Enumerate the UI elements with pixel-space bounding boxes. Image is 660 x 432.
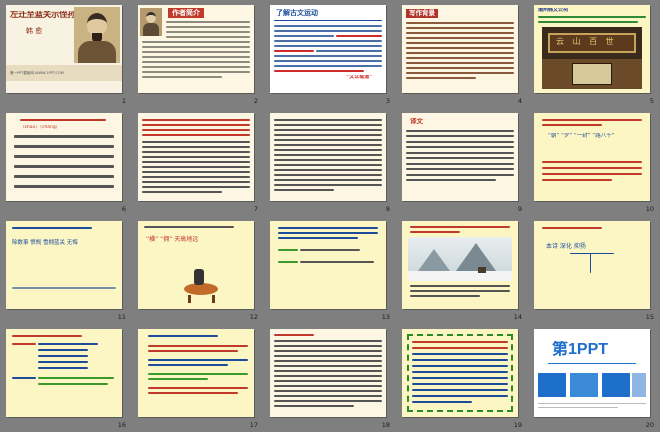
- traveler-on-horse-image: [174, 267, 228, 303]
- slide-number: 3: [385, 97, 390, 105]
- slide-9-cell: 译文 9: [396, 108, 528, 216]
- slide-thumbnail-4[interactable]: 写作背景: [402, 5, 518, 93]
- slide-10-cell: “朝” “夕” “一封” “路八千” 10: [528, 108, 660, 216]
- slide-1-author: 韩 愈: [26, 27, 43, 35]
- slide-number: 2: [253, 97, 258, 105]
- plaque-text: 云 山 百 世: [556, 37, 617, 46]
- slide-12-words: “横” “拥” 天高地远: [146, 236, 199, 243]
- slide-number: 17: [249, 421, 258, 429]
- slide-sorter-grid: 左迁至蓝关示侄孙湘 韩 愈 第一PPT模板网-WWW.1PPT.COM 1 作者…: [0, 0, 660, 432]
- slide-20-cell: 第1PPT 20: [528, 324, 660, 432]
- slide-number: 6: [121, 205, 126, 213]
- slide-14-cell: 14: [396, 216, 528, 324]
- slide-18-cell: 18: [264, 324, 396, 432]
- slide-2-title: 作者简介: [168, 8, 204, 19]
- slide-number: 4: [517, 97, 522, 105]
- slide-5-caption: 潮州韩文公祠: [538, 8, 569, 13]
- portrait-image: [140, 8, 162, 36]
- slide-thumbnail-7[interactable]: [138, 113, 254, 201]
- slide-thumbnail-12[interactable]: “横” “拥” 天高地远: [138, 221, 254, 309]
- slide-11-cell: 除数事 愤慨 雪拥蓝关 无悔 11: [0, 216, 132, 324]
- slide-10-words: “朝” “夕” “一封” “路八千”: [548, 133, 615, 139]
- slide-6-cell: （zhāo）（cháng） 6: [0, 108, 132, 216]
- slide-15-cell: 本诗 深化 抑扬 15: [528, 216, 660, 324]
- ppt-logo: 第1PPT: [552, 341, 609, 358]
- slide-thumbnail-5[interactable]: 潮州韩文公祠 云 山 百 世: [534, 5, 650, 93]
- slide-1-cell: 左迁至蓝关示侄孙湘 韩 愈 第一PPT模板网-WWW.1PPT.COM 1: [0, 0, 132, 108]
- slide-number: 7: [253, 205, 258, 213]
- slide-number: 13: [381, 313, 390, 321]
- slide-5-cell: 潮州韩文公祠 云 山 百 世 5: [528, 0, 660, 108]
- han-yu-portrait: [74, 7, 120, 63]
- slide-number: 5: [649, 97, 654, 105]
- slide-thumbnail-8[interactable]: [270, 113, 386, 201]
- slide-11-words: 除数事 愤慨 雪拥蓝关 无悔: [12, 240, 78, 246]
- slide-number: 8: [385, 205, 390, 213]
- slide-thumbnail-20[interactable]: 第1PPT: [534, 329, 650, 417]
- slide-19-cell: 19: [396, 324, 528, 432]
- slide-thumbnail-10[interactable]: “朝” “夕” “一封” “路八千”: [534, 113, 650, 201]
- temple-plaque-image: 云 山 百 世: [542, 27, 642, 89]
- slide-number: 11: [117, 313, 126, 321]
- slide-4-cell: 写作背景 4: [396, 0, 528, 108]
- slide-thumbnail-17[interactable]: [138, 329, 254, 417]
- slide-thumbnail-2[interactable]: 作者简介: [138, 5, 254, 93]
- slide-16-cell: 16: [0, 324, 132, 432]
- slide-thumbnail-15[interactable]: 本诗 深化 抑扬: [534, 221, 650, 309]
- slide-number: 16: [117, 421, 126, 429]
- slide-number: 1: [121, 97, 126, 105]
- slide-number: 18: [381, 421, 390, 429]
- slide-thumbnail-16[interactable]: [6, 329, 122, 417]
- snowy-landscape-painting: [408, 237, 512, 281]
- slide-6-pinyin: （zhāo）（cháng）: [20, 125, 61, 130]
- slide-3-cell: 了解古文运动 “文以载道” 3: [264, 0, 396, 108]
- slide-17-cell: 17: [132, 324, 264, 432]
- slide-13-cell: 13: [264, 216, 396, 324]
- slide-9-title: 译文: [410, 118, 423, 125]
- slide-thumbnail-1[interactable]: 左迁至蓝关示侄孙湘 韩 愈 第一PPT模板网-WWW.1PPT.COM: [6, 5, 122, 93]
- slide-1-title: 左迁至蓝关示侄孙湘: [10, 11, 84, 20]
- slide-1-footer: 第一PPT模板网-WWW.1PPT.COM: [10, 71, 64, 75]
- slide-thumbnail-3[interactable]: 了解古文运动 “文以载道”: [270, 5, 386, 93]
- slide-number: 9: [517, 205, 522, 213]
- slide-number: 14: [513, 313, 522, 321]
- slide-number: 19: [513, 421, 522, 429]
- slide-4-title: 写作背景: [406, 9, 438, 19]
- slide-3-title: 了解古文运动: [276, 9, 318, 17]
- slide-thumbnail-18[interactable]: [270, 329, 386, 417]
- slide-number: 10: [645, 205, 654, 213]
- slide-thumbnail-9[interactable]: 译文: [402, 113, 518, 201]
- slide-7-cell: 7: [132, 108, 264, 216]
- slide-number: 15: [645, 313, 654, 321]
- slide-thumbnail-6[interactable]: （zhāo）（cháng）: [6, 113, 122, 201]
- slide-2-cell: 作者简介 2: [132, 0, 264, 108]
- slide-8-cell: 8: [264, 108, 396, 216]
- slide-3-highlight: “文以载道”: [346, 75, 373, 80]
- slide-thumbnail-13[interactable]: [270, 221, 386, 309]
- slide-thumbnail-14[interactable]: [402, 221, 518, 309]
- slide-12-cell: “横” “拥” 天高地远 12: [132, 216, 264, 324]
- slide-thumbnail-19[interactable]: [402, 329, 518, 417]
- slide-number: 12: [249, 313, 258, 321]
- slide-thumbnail-11[interactable]: 除数事 愤慨 雪拥蓝关 无悔: [6, 221, 122, 309]
- slide-number: 20: [645, 421, 654, 429]
